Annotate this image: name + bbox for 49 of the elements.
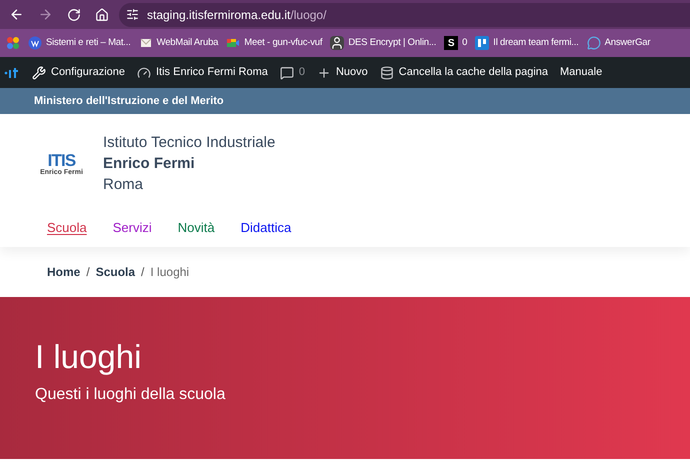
plus-icon: [316, 66, 331, 80]
database-icon: [380, 66, 394, 80]
bookmark-link[interactable]: Sistemi e reti – Mat...: [46, 36, 131, 50]
board-icon: [475, 36, 490, 50]
back-icon[interactable]: [9, 7, 24, 22]
forward-icon[interactable]: [38, 7, 53, 22]
nav-link[interactable]: Didattica: [240, 218, 292, 238]
admin-menu-item[interactable]: Configurazione: [51, 64, 125, 81]
address-bar[interactable]: staging.itisfermiroma.edu.it/luogo/: [119, 2, 690, 26]
person-icon: [330, 36, 344, 50]
comment-icon: [280, 66, 294, 80]
admin-menu-item[interactable]: Manuale: [560, 64, 602, 81]
chat-icon: [586, 36, 601, 50]
admin-menu-item[interactable]: Cancella la cache della pagina: [398, 64, 548, 81]
ministry-text: Ministero dell'Istruzione e del Merito: [34, 94, 224, 109]
admin-menu-item[interactable]: Nuovo: [336, 64, 368, 81]
school-name: Enrico Fermi: [103, 154, 196, 174]
site-settings-icon[interactable]: [126, 8, 139, 21]
school-city: Roma: [103, 175, 144, 195]
gauge-icon: [137, 66, 151, 80]
bookmark-link[interactable]: Meet - gun-vfuc-vuf: [244, 36, 322, 50]
logo-icon: [4, 66, 20, 80]
admin-menu-item[interactable]: 0: [298, 64, 305, 81]
url-text: staging.itisfermiroma.edu.it/luogo/: [147, 6, 326, 24]
nav-link[interactable]: Servizi: [112, 218, 152, 238]
reload-icon[interactable]: [67, 8, 81, 22]
letter-icon: S: [444, 36, 458, 50]
bookmark-link[interactable]: 0: [462, 36, 468, 50]
breadcrumb-link[interactable]: Home: [47, 262, 80, 280]
wrench-icon: [32, 66, 46, 80]
bookmark-link[interactable]: AnswerGar: [604, 36, 650, 50]
school-type: Istituto Tecnico Industriale: [103, 133, 276, 153]
breadcrumb-current: I luoghi: [150, 264, 190, 280]
admin-menu-item[interactable]: Itis Enrico Fermi Roma: [156, 64, 268, 81]
pinwheel-icon: [6, 36, 20, 50]
nav-link[interactable]: Scuola: [47, 218, 87, 238]
nav-link[interactable]: Novità: [178, 218, 215, 238]
breadcrumb-separator: /: [141, 264, 144, 280]
bookmark-link[interactable]: WebMail Aruba: [156, 36, 218, 50]
mail-icon: [138, 36, 153, 50]
wordpress-icon: [28, 36, 42, 50]
breadcrumb-link[interactable]: Scuola: [96, 262, 136, 280]
hero-title: I luoghi: [35, 336, 142, 377]
bookmark-link[interactable]: Il dream team fermi...: [493, 36, 579, 50]
hero-subtitle: Questi i luoghi della scuola: [35, 385, 226, 406]
breadcrumb-separator: /: [86, 264, 90, 280]
video-camera-icon: [226, 36, 240, 50]
home-icon[interactable]: [95, 8, 109, 22]
bookmark-link[interactable]: DES Encrypt | Onlin...: [348, 36, 436, 50]
